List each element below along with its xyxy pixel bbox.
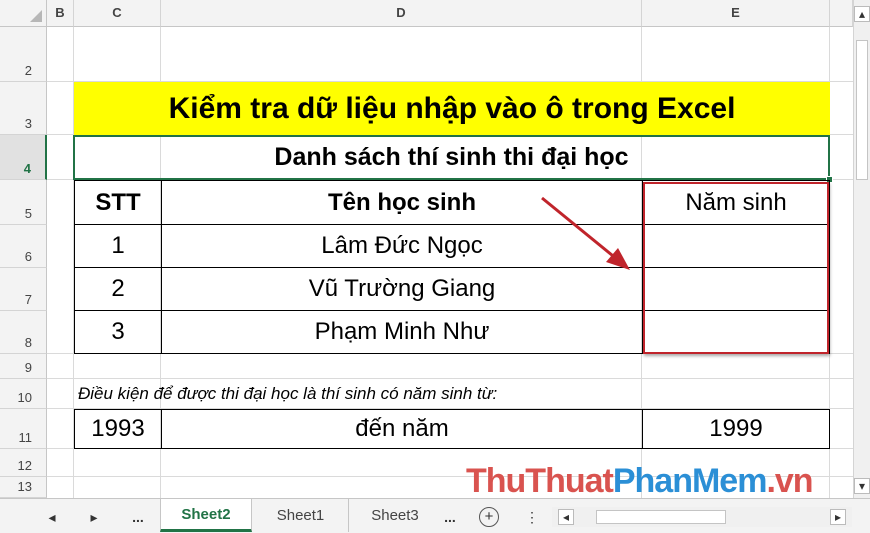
select-all-corner[interactable]	[0, 0, 47, 27]
tab-overflow-right[interactable]: ...	[438, 507, 462, 527]
column-header-b[interactable]: B	[47, 0, 74, 27]
title-cell[interactable]: Kiểm tra dữ liệu nhập vào ô trong Excel	[74, 82, 830, 135]
tab-split-handle[interactable]: ⋮	[522, 507, 542, 527]
row-header-12[interactable]: 12	[0, 449, 47, 477]
to-year-cell[interactable]: 1999	[642, 409, 830, 449]
table-row-stt[interactable]: 2	[74, 267, 162, 311]
tab-scroll-left-button[interactable]: ◂	[42, 507, 62, 527]
student-name: Lâm Đức Ngọc	[321, 232, 483, 259]
header-name-label: Tên học sinh	[327, 188, 476, 216]
watermark-part2: PhanMem	[612, 462, 768, 500]
student-name: Phạm Minh Như	[314, 318, 490, 345]
sheet-tab-bar: ◂ ▸ ... Sheet2 Sheet1 Sheet3 ... + ⋮ ◂ ▸	[0, 498, 870, 533]
row-header-4[interactable]: 4	[0, 135, 47, 180]
stt-value: 3	[111, 318, 125, 345]
table-row-stt[interactable]: 3	[74, 310, 162, 354]
red-arrow	[541, 196, 630, 270]
tab-overflow-left[interactable]: ...	[124, 507, 152, 527]
column-header-d[interactable]: D	[161, 0, 642, 27]
stt-value: 1	[111, 232, 125, 259]
vertical-scroll-thumb[interactable]	[856, 40, 868, 180]
horizontal-scrollbar[interactable]: ◂ ▸	[552, 507, 852, 527]
to-year-label: đến năm	[355, 415, 449, 442]
row-header-5[interactable]: 5	[0, 180, 47, 225]
row-header-8[interactable]: 8	[0, 311, 47, 354]
column-header-e[interactable]: E	[642, 0, 830, 27]
scroll-left-button[interactable]: ◂	[558, 509, 574, 525]
row-header-2[interactable]: 2	[0, 27, 47, 82]
from-year: 1993	[91, 415, 145, 442]
student-name: Vũ Trường Giang	[308, 275, 496, 302]
column-header-c[interactable]: C	[74, 0, 161, 27]
tab-scroll-right-button[interactable]: ▸	[84, 507, 104, 527]
mid-text-cell[interactable]: đến năm	[161, 409, 643, 449]
stt-value: 2	[111, 275, 125, 302]
table-row-name[interactable]: Phạm Minh Như	[161, 310, 643, 354]
watermark: ThuThuatPhanMem.vn	[466, 462, 814, 502]
vertical-scrollbar[interactable]: ▴ ▾	[853, 0, 870, 498]
watermark-part3: .vn	[766, 462, 813, 500]
horizontal-scroll-thumb[interactable]	[596, 510, 726, 524]
column-header-f[interactable]	[830, 0, 853, 27]
row-header-10[interactable]: 10	[0, 379, 47, 409]
watermark-part1: ThuThuat	[466, 462, 614, 500]
from-year-cell[interactable]: 1993	[74, 409, 162, 449]
row-header-7[interactable]: 7	[0, 268, 47, 311]
tab-sheet2[interactable]: Sheet2	[160, 499, 252, 532]
row-header-3[interactable]: 3	[0, 82, 47, 135]
scroll-down-button[interactable]: ▾	[854, 478, 870, 494]
to-year: 1999	[709, 415, 763, 442]
tab-sheet1[interactable]: Sheet1	[253, 499, 349, 532]
add-sheet-button[interactable]: +	[477, 505, 501, 529]
tab-sheet3[interactable]: Sheet3	[352, 499, 438, 532]
condition-text: Điều kiện để được thi đại học là thí sin…	[78, 384, 498, 403]
subtitle-cell[interactable]: Danh sách thí sinh thi đại học	[73, 135, 830, 180]
row-header-11[interactable]: 11	[0, 409, 47, 449]
add-sheet-icon: +	[479, 507, 499, 527]
row-header-6[interactable]: 6	[0, 225, 47, 268]
highlight-box	[643, 182, 829, 354]
row-header-13[interactable]: 13	[0, 477, 47, 498]
list-title: Danh sách thí sinh thi đại học	[274, 143, 629, 171]
header-stt-label: STT	[95, 188, 141, 216]
scroll-right-button[interactable]: ▸	[830, 509, 846, 525]
table-row-stt[interactable]: 1	[74, 224, 162, 268]
condition-text-cell[interactable]: Điều kiện để được thi đại học là thí sin…	[74, 379, 814, 409]
header-stt[interactable]: STT	[74, 180, 162, 225]
sheet-title: Kiểm tra dữ liệu nhập vào ô trong Excel	[168, 91, 736, 125]
row-header-9[interactable]: 9	[0, 354, 47, 379]
scroll-up-button[interactable]: ▴	[854, 6, 870, 22]
